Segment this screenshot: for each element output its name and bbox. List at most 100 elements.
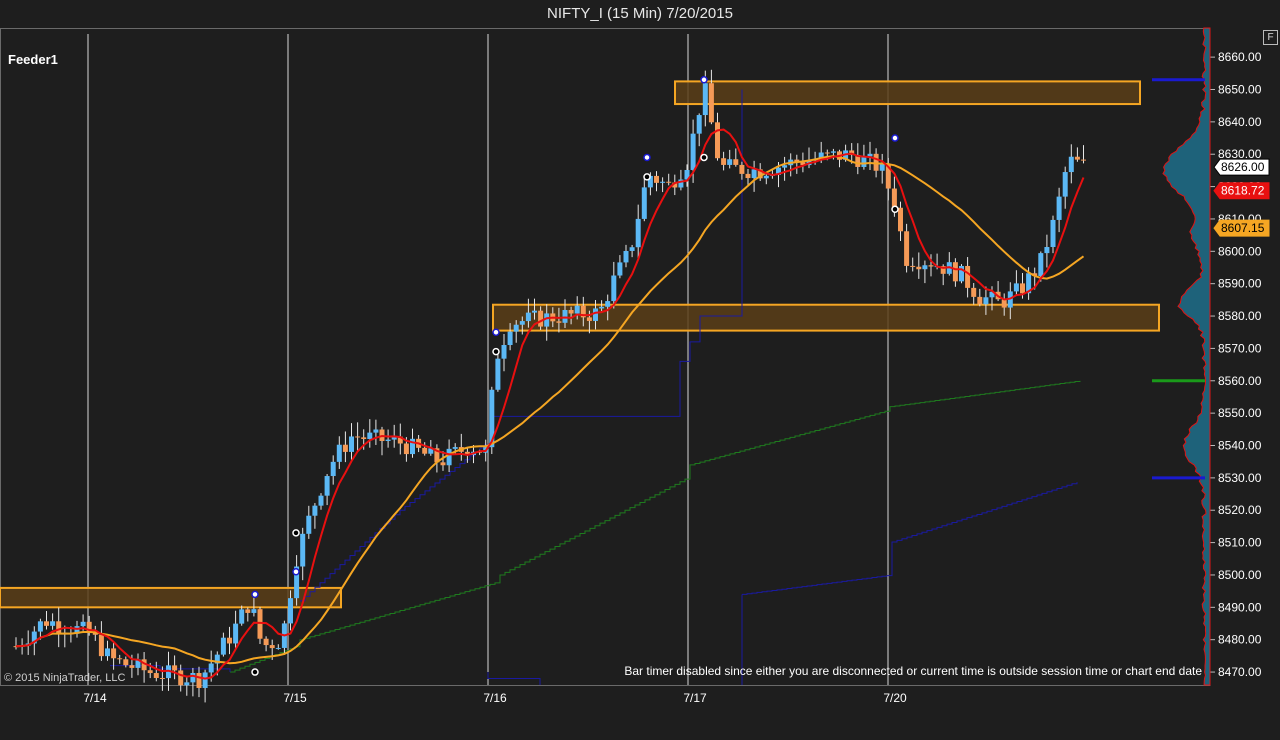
candle-body [721,158,727,165]
candle [239,605,245,626]
y-tick-label: 8500.00 [1218,568,1262,582]
candle [495,351,501,392]
candle-body [233,623,239,644]
candle-body [202,672,208,688]
copyright-text: © 2015 NinjaTrader, LLC [4,672,126,684]
y-tick-label: 8590.00 [1218,277,1262,291]
candle-body [1020,283,1025,294]
candle [794,154,800,174]
price-tag-label: 8618.72 [1221,184,1265,198]
swing-point-marker [891,205,899,213]
candle [294,555,300,606]
candle [13,637,19,650]
candle-body [184,682,190,686]
candle [227,626,232,655]
candle-body [50,621,56,626]
candle-body [1050,219,1056,248]
y-tick-label: 8560.00 [1218,374,1262,388]
candle-body [763,175,769,179]
y-tick-label: 8640.00 [1218,115,1262,129]
candle [220,632,226,657]
swing-point-marker [700,153,708,162]
candle [275,644,281,650]
candle [385,429,391,448]
candle-body [403,443,409,455]
candle-body [641,187,647,219]
candle-body [879,164,885,171]
candle-body [513,324,519,332]
candle-body [269,645,275,649]
candle [202,669,208,703]
candle-body [239,609,245,624]
candle-body [1081,159,1086,161]
candle-body [617,262,623,276]
price-tag-label: 8607.15 [1221,221,1265,235]
candle-body [123,659,129,666]
candle-body [525,312,531,322]
candle-body [318,495,324,506]
candle-body [556,321,562,323]
candle-body [263,638,269,646]
candle-body [538,310,544,327]
candle [342,431,348,463]
candle-body [501,345,507,359]
candle-body [599,306,605,309]
candle-body [98,634,104,657]
candle-body [129,665,135,668]
candle [952,258,958,287]
candle [330,455,336,485]
candle [946,252,952,276]
candle-body [1062,172,1068,197]
candle-body [342,444,348,452]
candle-body [916,266,922,270]
y-tick-label: 8470.00 [1218,665,1262,679]
candle-body [696,115,702,134]
candle-body [495,358,501,390]
candle [727,149,733,169]
candle [312,503,318,529]
candle-body [861,156,867,167]
candle-body [702,83,708,116]
early-band-line [487,672,541,685]
candle-body [690,133,696,170]
price-chart[interactable]: 7/14 7/15 7/16 7/17 7/20 8660.00 8650.00 8640.0… [0,0,1280,740]
candle [623,244,629,268]
y-tick-label: 8520.00 [1218,503,1262,517]
candle [501,333,507,372]
candle [684,164,690,187]
candle-body [300,533,306,567]
candle [245,607,251,622]
candle-body [361,437,367,440]
candle-body [220,637,226,655]
price-tag-slow: 8607.15 [1213,219,1270,237]
candle-body [288,598,293,624]
candle [739,161,745,180]
price-tag-fast: 8618.72 [1213,182,1270,200]
candle-body [751,169,757,179]
candle [300,527,306,581]
candle [1068,144,1074,184]
candle [233,610,239,649]
candle [733,148,739,167]
candle [373,419,379,445]
candle [105,640,110,661]
candle-body [635,218,641,248]
candle [715,112,720,161]
candle [654,171,659,192]
candle [1081,145,1086,164]
candle-body [824,152,830,154]
lower-band-line [742,482,1078,595]
candle-body [928,265,934,267]
candle [257,606,263,644]
candle-body [666,181,672,183]
candle [355,422,361,451]
f-button[interactable]: F [1263,30,1278,45]
candle-body [532,310,537,313]
candle [349,423,354,463]
candle-body [385,439,391,441]
swing-point-marker [251,668,259,676]
candle-body [330,461,336,477]
candle-body [733,159,739,165]
candle [782,156,788,181]
price-tag-label: 8626.00 [1221,160,1265,174]
